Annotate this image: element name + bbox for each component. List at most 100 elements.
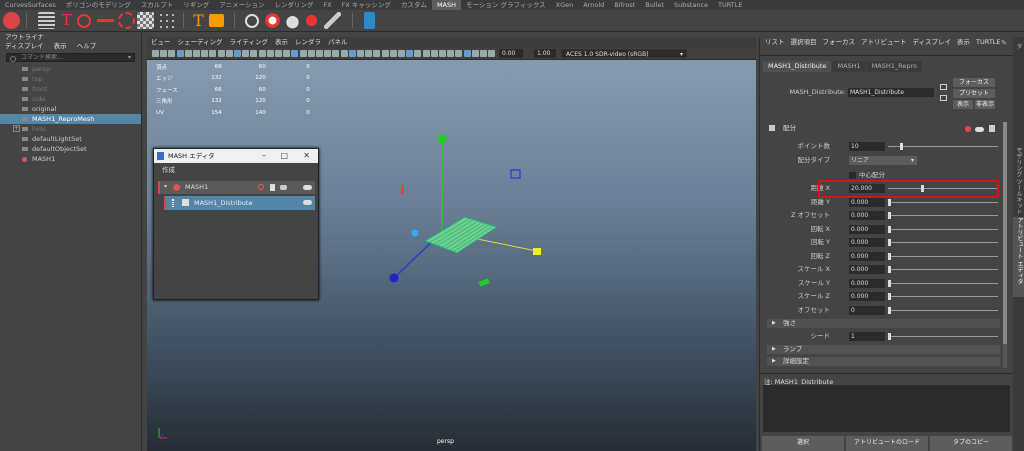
attr-slider[interactable] [888,269,998,270]
exposure-field[interactable]: 0.00 [499,49,523,58]
viewport-tool-icon[interactable] [283,50,291,57]
viewport-tool-icon[interactable] [348,50,356,57]
list-icon[interactable] [38,12,55,29]
viewport-tool-icon[interactable] [471,50,479,57]
viewport-tool-icon[interactable] [332,50,340,57]
scatter-icon[interactable] [158,12,175,29]
viewport-tool-icon[interactable] [373,50,381,57]
shelf-tab[interactable]: CurvesSurfaces [0,0,61,10]
distribution-type-select[interactable]: リニア ▾ [849,156,917,165]
record-icon[interactable] [965,126,971,132]
presets-button[interactable]: プリセット [953,89,995,98]
viewport-tool-icon[interactable] [406,50,414,57]
attr-slider[interactable] [888,242,998,243]
viewport-tool-icon[interactable] [209,50,217,57]
ae-tab[interactable]: MASH1_Repro [866,61,923,72]
outliner-item[interactable]: defaultLightSet [0,134,141,144]
distribute-enable-toggle[interactable] [975,127,984,132]
shelf-tab[interactable]: Bifrost [609,0,640,10]
link-icon[interactable] [280,185,287,190]
outliner-menu-help[interactable]: ヘルプ [77,42,97,50]
side-tab-modeling-toolkit[interactable]: モデリング ツールキット [1014,147,1023,217]
point-count-slider[interactable] [888,146,998,147]
ae-bottom-button[interactable]: タブのコピー [930,436,1012,451]
minimize-button[interactable]: – [262,149,266,163]
viewport-menu-item[interactable]: パネル [328,38,348,46]
attr-slider-knob[interactable] [888,212,891,219]
script-icon[interactable] [364,12,375,29]
attr-slider-knob[interactable] [888,239,891,246]
viewport-tool-icon[interactable] [160,50,168,57]
focus-button[interactable]: フォーカス [953,78,995,87]
viewport-tool-icon[interactable] [234,50,241,57]
outliner-search-input[interactable]: コマンド検索... ▾ [6,53,135,62]
outliner-item[interactable]: MASH1_ReproMesh [0,114,141,124]
attr-slider[interactable] [888,296,998,297]
attr-slider-knob[interactable] [888,279,891,287]
distribute-node-row[interactable]: MASH1_Distribute [164,196,315,210]
side-tab-attribute-editor[interactable]: アトリビュート エディタ [1013,217,1024,297]
strength-section-header[interactable]: ▶ 強さ [767,319,1000,328]
ae-menu-item[interactable]: リスト [765,38,785,46]
attr-slider[interactable] [888,282,998,284]
viewport-tool-icon[interactable] [225,50,233,57]
outliner-item[interactable]: persp [0,64,141,74]
viewport-tool-icon[interactable] [201,50,209,57]
outliner-item[interactable]: MASH1 [0,154,141,164]
input-icon[interactable] [940,84,947,90]
drag-handle-icon[interactable] [172,199,174,207]
text-icon[interactable]: T [58,12,75,29]
viewport-tool-icon[interactable] [299,50,307,57]
ae-menu-item[interactable]: TURTLE [976,38,1000,46]
viewport-tool-icon[interactable] [193,50,200,57]
viewport-tool-icon[interactable] [422,50,430,57]
outliner-item[interactable]: side [0,94,141,104]
mash-logo-icon[interactable] [3,12,20,29]
viewport-menu-item[interactable]: ビュー [151,38,171,46]
trash-icon[interactable] [989,125,995,132]
attr-field[interactable]: 0.000 [849,224,885,234]
attr-slider-knob[interactable] [888,266,891,273]
ae-bottom-button[interactable]: アトリビュートのロード [846,436,928,451]
mash-network-row[interactable]: ▾ MASH1 [158,181,315,194]
viewport-tool-icon[interactable] [184,50,192,57]
maximize-button[interactable]: □ [280,149,288,163]
attr-slider[interactable] [888,201,998,203]
viewport-tool-icon[interactable] [357,50,364,57]
shelf-tab[interactable]: Bullet [640,0,669,10]
shelf-tab[interactable]: FX キャッシング [337,0,396,10]
side-tab-channel-box[interactable]: チャンネル ボックス/レイヤ エディタ [1014,43,1024,143]
attr-slider[interactable] [888,215,998,216]
shelf-tab[interactable]: リギング [178,0,214,10]
ae-menu-item[interactable]: ディスプレイ [913,38,952,46]
attr-slider[interactable] [888,255,998,257]
ae-bottom-button[interactable]: 選択 [762,436,844,451]
attr-field[interactable]: 0.000 [849,292,885,301]
viewport-tool-icon[interactable] [250,50,258,57]
viewport-tool-icon[interactable] [398,50,405,57]
ae-menu-item[interactable]: 表示 [957,38,970,46]
attr-slider-knob[interactable] [888,306,891,314]
viewport-menu-item[interactable]: 表示 [275,38,288,46]
attr-field[interactable]: 0.000 [849,265,885,274]
curve-icon[interactable] [118,12,135,29]
shelf-tab[interactable]: スカルプト [136,0,179,10]
attr-field[interactable]: 0 [849,305,885,315]
outliner-item[interactable]: defaultObjectSet [0,144,141,154]
chevron-down-icon[interactable]: ▾ [128,54,131,62]
viewport-tool-icon[interactable] [447,50,455,57]
seed-field[interactable]: 1 [849,332,885,341]
mash-network-toggle[interactable] [303,185,312,190]
viewport-tool-icon[interactable] [463,50,471,57]
collapse-icon[interactable]: ▾ [164,183,167,190]
show-button[interactable]: 表示 [953,100,973,109]
attr-slider-knob[interactable] [888,198,891,206]
mash-editor-titlebar[interactable]: MASH エディタ – □ ✕ [154,149,318,163]
emitter-icon[interactable] [97,12,114,29]
ae-menu-item[interactable]: フォーカス [823,38,856,46]
viewport-tool-icon[interactable] [455,50,463,57]
shelf-tab[interactable]: Arnold [578,0,609,10]
type-icon[interactable]: T [190,12,207,29]
bomb-icon[interactable] [284,12,301,29]
chevron-right-icon[interactable]: ▶ [772,345,776,354]
